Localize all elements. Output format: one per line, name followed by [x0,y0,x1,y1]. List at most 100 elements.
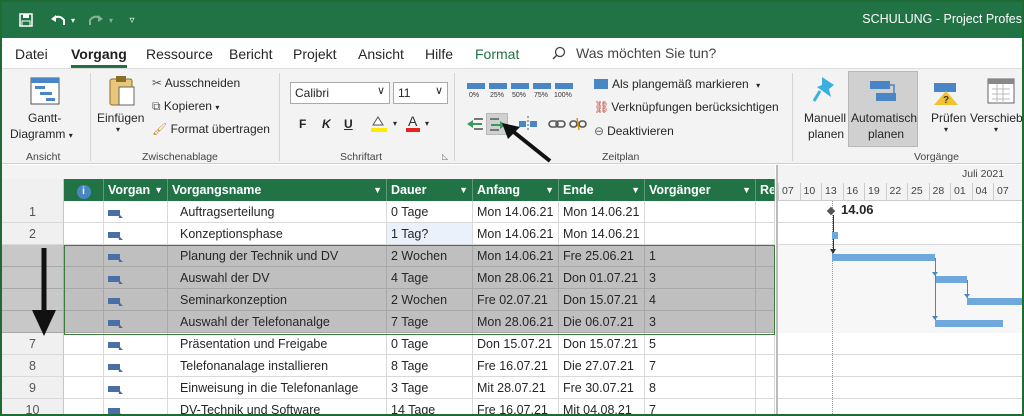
chevron-down-icon[interactable]: ▾ [425,119,429,128]
start-cell[interactable]: Mon 14.06.21 [473,201,559,223]
outdent-icon[interactable] [466,115,484,133]
resources-cell[interactable] [756,333,775,355]
mode-cell[interactable] [104,377,168,399]
resources-cell[interactable] [756,245,775,267]
undo-icon[interactable] [48,10,68,30]
column-header-name[interactable]: Vorgangsname ▼ [168,179,387,201]
row-number[interactable]: 2 [2,223,64,245]
chevron-down-icon[interactable]: ▾ [944,125,948,134]
redo-dropdown-icon[interactable]: ▾ [106,10,116,30]
table-row[interactable]: 7 Präsentation und Freigabe 0 Tage Don 15.0… [2,333,775,355]
duration-cell[interactable]: 1 Tag? [387,223,473,245]
indicator-cell[interactable] [64,223,104,245]
task-name-cell[interactable]: Telefonanalage installieren [168,355,387,377]
tab-ressource[interactable]: Ressource [146,46,213,62]
manual-schedule-line1[interactable]: Manuell [804,111,846,125]
paste-button-label[interactable]: Einfügen [97,111,144,125]
indent-button[interactable] [486,113,508,135]
font-name-select[interactable]: Calibri ∨ [290,82,390,104]
pct-50-icon[interactable]: 50% [510,81,530,99]
resources-cell[interactable] [756,355,775,377]
finish-cell[interactable]: Mon 14.06.21 [559,201,645,223]
resources-cell[interactable] [756,377,775,399]
font-size-select[interactable]: 11 ∨ [393,82,448,104]
indicator-cell[interactable] [64,377,104,399]
row-number[interactable] [2,311,64,333]
mode-cell[interactable] [104,399,168,414]
table-row[interactable]: Planung der Technik und DV 2 Wochen Mon 14… [2,245,775,267]
indicator-column-header[interactable]: i [64,179,104,201]
column-header-predecessors[interactable]: Vorgänger ▼ [645,179,756,201]
resources-cell[interactable] [756,399,775,414]
indicator-cell[interactable] [64,201,104,223]
duration-cell[interactable]: 2 Wochen [387,245,473,267]
table-row[interactable]: 1 Auftragserteilung 0 Tage Mon 14.06.21 Mon … [2,201,775,223]
mode-cell[interactable] [104,201,168,223]
start-cell[interactable]: Fre 16.07.21 [473,355,559,377]
table-row[interactable]: 9 Einweisung in die Telefonanlage 3 Tage Mi… [2,377,775,399]
predecessors-cell[interactable]: 7 [645,355,756,377]
unlink-icon[interactable] [569,116,587,132]
duration-cell[interactable]: 0 Tage [387,201,473,223]
select-all-corner[interactable] [2,179,64,201]
chevron-down-icon[interactable]: ▾ [393,119,397,128]
tab-projekt[interactable]: Projekt [293,46,337,62]
task-name-cell[interactable]: Planung der Technik und DV [168,245,387,267]
start-cell[interactable]: Don 15.07.21 [473,333,559,355]
tab-vorgang[interactable]: Vorgang [71,46,127,68]
table-row[interactable]: 8 Telefonanalage installieren 8 Tage Fre 16… [2,355,775,377]
indicator-cell[interactable] [64,355,104,377]
duration-cell[interactable]: 2 Wochen [387,289,473,311]
start-cell[interactable]: Fre 16.07.21 [473,399,559,414]
bold-button[interactable]: F [299,117,306,131]
indicator-cell[interactable] [64,399,104,414]
indicator-cell[interactable] [64,311,104,333]
pct-0-icon[interactable]: 0% [466,81,486,99]
pushpin-icon[interactable] [812,75,840,105]
mode-cell[interactable] [104,311,168,333]
task-bar[interactable] [935,320,1003,327]
table-row[interactable]: Auswahl der Telefonanalge 7 Tage Mon 28.06… [2,311,775,333]
inspect-icon[interactable]: ? [932,79,962,107]
mode-cell[interactable] [104,223,168,245]
move-task-icon[interactable] [986,77,1016,105]
predecessors-cell[interactable]: 8 [645,377,756,399]
task-name-cell[interactable]: Auftragserteilung [168,201,387,223]
column-header-resources[interactable]: Re [756,179,775,201]
predecessors-cell[interactable]: 3 [645,311,756,333]
task-name-cell[interactable]: Auswahl der Telefonanalge [168,311,387,333]
mode-cell[interactable] [104,245,168,267]
split-task-icon[interactable] [518,115,538,133]
tab-hilfe[interactable]: Hilfe [425,46,453,62]
start-cell[interactable]: Mon 14.06.21 [473,223,559,245]
inspect-button-label[interactable]: Prüfen [931,111,966,125]
link-icon[interactable] [548,116,566,132]
duration-cell[interactable]: 8 Tage [387,355,473,377]
duration-cell[interactable]: 4 Tage [387,267,473,289]
pct-25-icon[interactable]: 25% [488,81,508,99]
cut-button[interactable]: ✂ Ausschneiden [152,76,240,90]
task-bar[interactable] [967,298,1022,305]
paste-dropdown-icon[interactable]: ▾ [116,125,120,134]
duration-cell[interactable]: 3 Tage [387,377,473,399]
column-header-duration[interactable]: Dauer ▼ [387,179,473,201]
task-bar[interactable] [832,232,838,239]
start-cell[interactable]: Mon 28.06.21 [473,311,559,333]
table-row[interactable]: 2 Konzeptionsphase 1 Tag? Mon 14.06.21 Mon 1… [2,223,775,245]
pct-100-icon[interactable]: 100% [554,81,576,99]
italic-button[interactable]: K [322,117,331,131]
duration-cell[interactable]: 14 Tage [387,399,473,414]
finish-cell[interactable]: Die 06.07.21 [559,311,645,333]
tab-ansicht[interactable]: Ansicht [358,46,404,62]
deactivate-button[interactable]: ⊖ Deaktivieren [594,124,674,138]
tab-datei[interactable]: Datei [15,46,48,62]
predecessors-cell[interactable]: 5 [645,333,756,355]
task-bar[interactable] [832,254,935,261]
dialog-launcher-icon[interactable]: ◺ [442,152,448,161]
finish-cell[interactable]: Fre 30.07.21 [559,377,645,399]
finish-cell[interactable]: Don 01.07.21 [559,267,645,289]
task-name-cell[interactable]: Auswahl der DV [168,267,387,289]
task-name-cell[interactable]: Einweisung in die Telefonanlage [168,377,387,399]
indicator-cell[interactable] [64,289,104,311]
customize-toolbar-icon[interactable]: ▿ [122,10,142,30]
